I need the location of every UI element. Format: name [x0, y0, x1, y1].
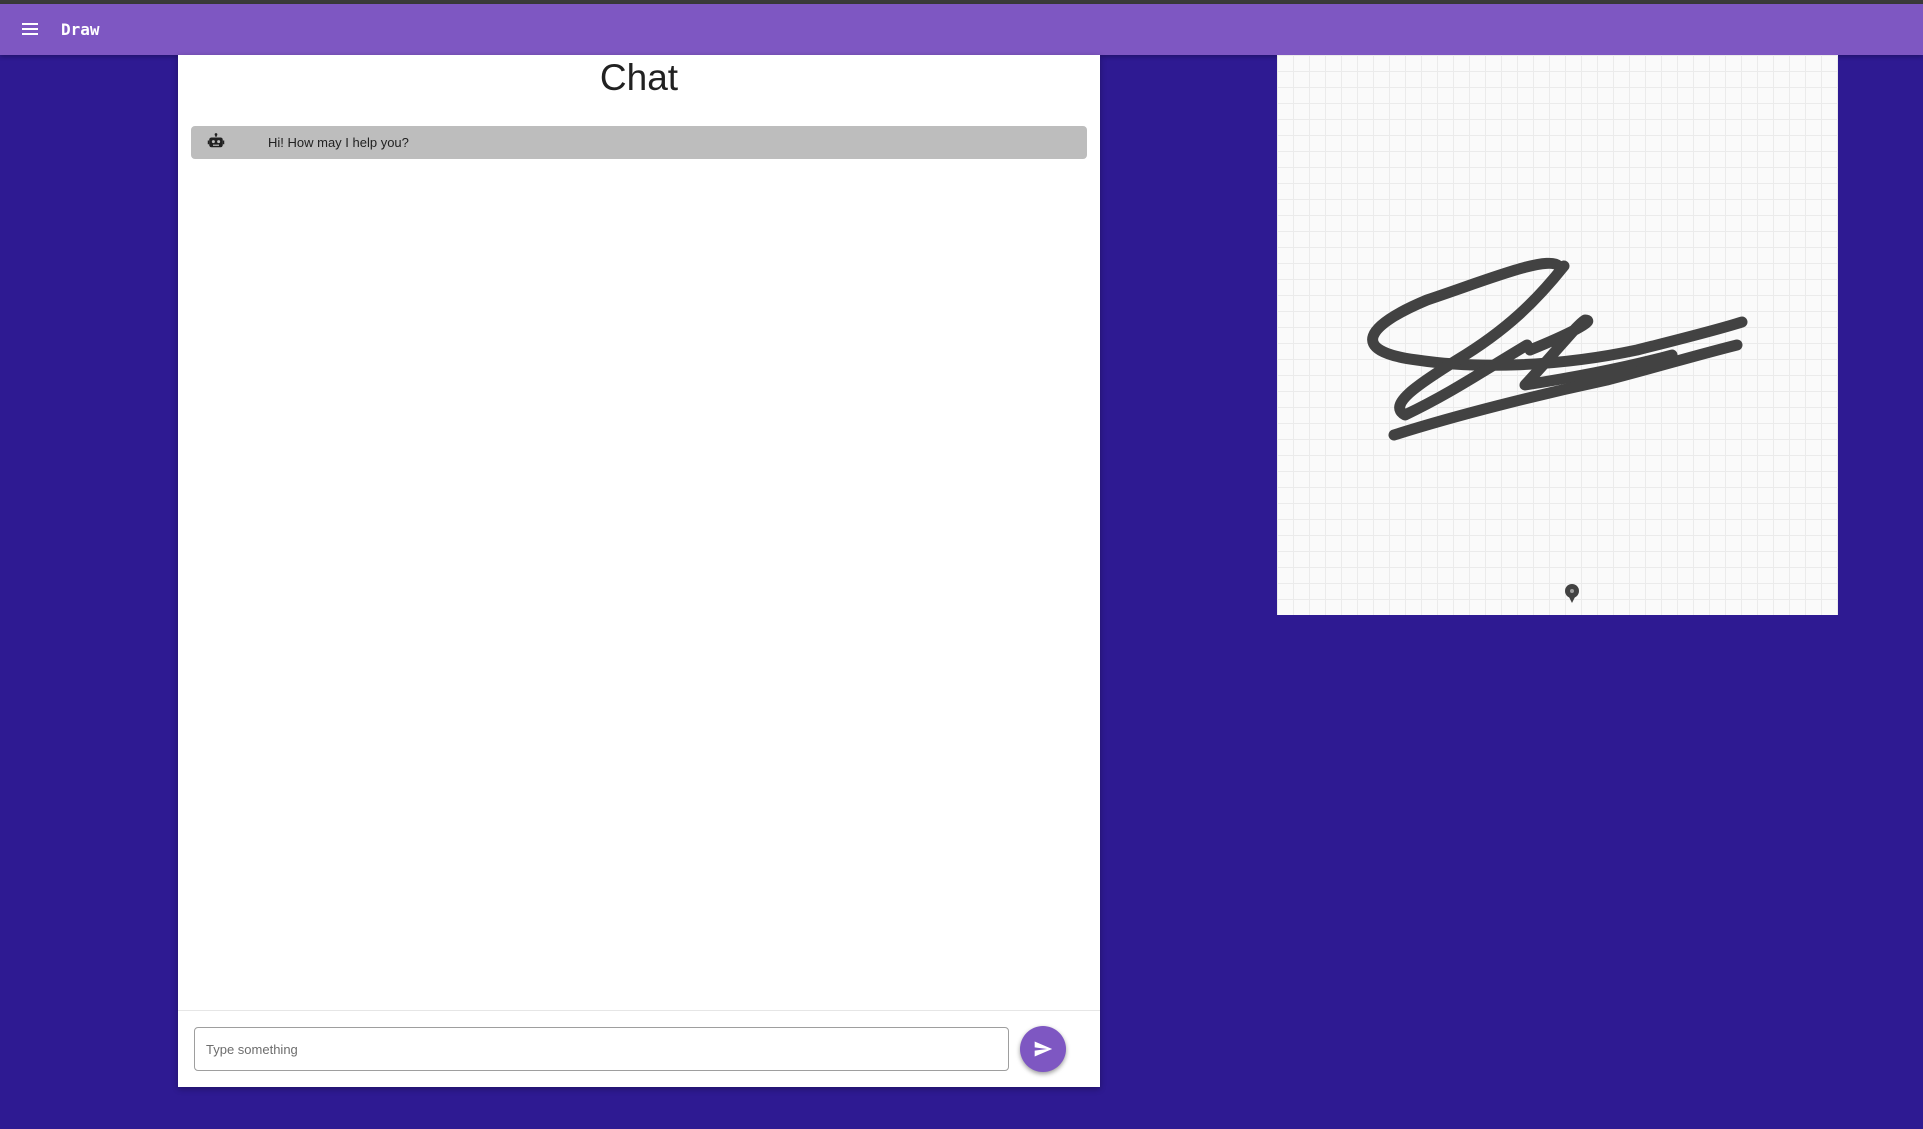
- bot-message-text: Hi! How may I help you?: [268, 135, 409, 150]
- chat-panel: Chat Hi! How may I help you?: [178, 55, 1100, 1087]
- app-bar: Draw: [0, 4, 1923, 55]
- drawing-canvas[interactable]: [1277, 55, 1838, 615]
- send-icon: [1034, 1041, 1053, 1057]
- send-button[interactable]: [1020, 1026, 1066, 1072]
- bot-message: Hi! How may I help you?: [191, 126, 1087, 159]
- chat-title: Chat: [599, 57, 679, 98]
- menu-icon: [22, 23, 38, 35]
- chat-message-input[interactable]: [194, 1027, 1009, 1071]
- pen-cursor-icon: [1565, 584, 1579, 603]
- menu-button[interactable]: [18, 17, 42, 41]
- chat-divider: [178, 1010, 1100, 1011]
- app-title: Draw: [61, 20, 100, 39]
- robot-icon: [207, 133, 225, 148]
- canvas-drawing: [1367, 257, 1748, 441]
